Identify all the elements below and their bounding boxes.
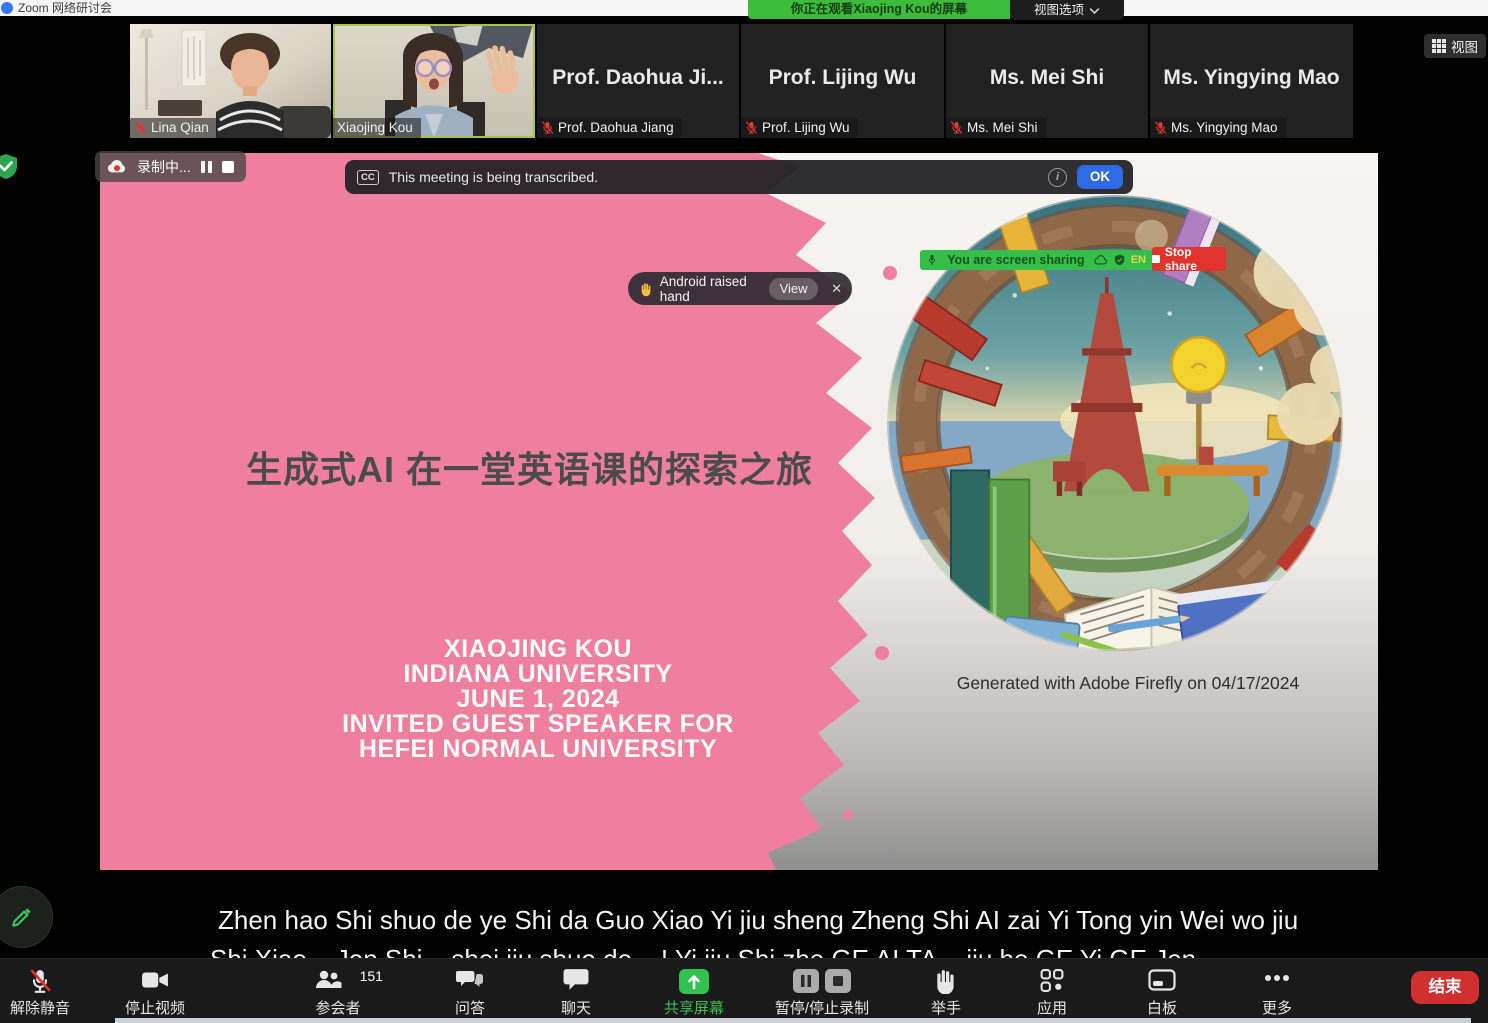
closed-caption-icon: CC [357, 170, 379, 185]
pause-recording-icon[interactable] [201, 161, 212, 173]
video-tile-daohua-jiang[interactable]: Prof. Daohua Ji... Prof. Daohua Jiang [537, 24, 739, 138]
participant-name-label: Prof. Daohua Jiang [537, 118, 682, 138]
participants-count: 151 [360, 968, 383, 984]
stop-square-icon [1152, 255, 1160, 263]
mic-muted-icon [134, 121, 147, 134]
qa-bubbles-icon [456, 968, 484, 992]
transcription-notice-bar: CC This meeting is being transcribed. i … [345, 160, 1133, 194]
video-tile-yingying-mao[interactable]: Ms. Yingying Mao Ms. Yingying Mao [1150, 24, 1353, 138]
grid-view-icon [1432, 39, 1446, 53]
live-caption-line2: Shi Xiao... Jen Shi... shei jiu shuo de.… [210, 944, 1470, 958]
participant-name-label: Ms. Yingying Mao [1150, 118, 1286, 138]
zoom-webinar-window: Zoom 网络研讨会 你正在观看Xiaojing Kou的屏幕 视图选项 [0, 0, 1488, 1023]
firefly-credit-caption: Generated with Adobe Firefly on 04/17/20… [948, 673, 1308, 694]
raised-hand-message: Android raised hand [660, 274, 762, 304]
cloud-recording-icon [107, 159, 127, 174]
background-window-edge [115, 1018, 1471, 1023]
shield-icon [1114, 254, 1125, 266]
mic-muted-icon [27, 968, 53, 994]
mic-muted-icon [541, 121, 554, 134]
gallery-view-label: 视图 [1451, 36, 1478, 56]
stop-video-button[interactable]: 停止视频 [95, 959, 215, 1023]
apps-icon [1040, 968, 1065, 993]
stop-share-button[interactable]: Stop share [1152, 247, 1226, 271]
transcription-ok-button[interactable]: OK [1077, 165, 1123, 189]
speaker-line: JUNE 1, 2024 [338, 687, 738, 712]
speaker-line: INDIANA UNIVERSITY [338, 662, 738, 687]
more-button[interactable]: 更多 [1217, 959, 1337, 1023]
participant-display-name: Ms. Yingying Mao [1150, 66, 1353, 90]
cloud-icon [1094, 255, 1108, 265]
raised-hand-view-button[interactable]: View [769, 278, 818, 300]
view-options-label: 视图选项 [1034, 3, 1084, 17]
chat-bubble-icon [563, 968, 589, 992]
participant-name-label: Prof. Lijing Wu [741, 118, 858, 138]
annotation-pencil-button[interactable] [0, 886, 53, 948]
participant-display-name: Prof. Daohua Ji... [537, 66, 739, 90]
pencil-icon [9, 904, 35, 930]
whiteboard-icon [1148, 968, 1176, 992]
recording-label: 录制中... [137, 157, 191, 177]
participant-name-label: Ms. Mei Shi [946, 118, 1046, 138]
sharing-message: You are screen sharing [944, 253, 1088, 267]
recording-indicator: 录制中... [95, 151, 246, 182]
firefly-illustration [878, 163, 1352, 683]
stop-recording-icon[interactable] [222, 161, 234, 173]
transcription-message: This meeting is being transcribed. [389, 169, 598, 185]
unmute-button[interactable]: 解除静音 [0, 959, 100, 1023]
camera-icon [141, 968, 169, 992]
watching-screen-banner: 你正在观看Xiaojing Kou的屏幕 [748, 0, 1010, 19]
window-titlebar: Zoom 网络研讨会 [0, 0, 1488, 16]
qa-button[interactable]: 问答 [410, 959, 530, 1023]
gallery-view-button[interactable]: 视图 [1424, 34, 1486, 58]
slide-speaker-block: XIAOJING KOU INDIANA UNIVERSITY JUNE 1, … [338, 637, 738, 762]
security-shield-icon[interactable] [0, 153, 19, 180]
zoom-app-icon [1, 2, 13, 14]
info-icon[interactable]: i [1048, 168, 1067, 187]
speaker-line: INVITED GUEST SPEAKER FOR [338, 712, 738, 737]
speaker-line: HEFEI NORMAL UNIVERSITY [338, 737, 738, 762]
participant-display-name: Ms. Mei Shi [946, 66, 1148, 90]
raised-hand-notification: Android raised hand View ✕ [628, 272, 852, 305]
end-meeting-button[interactable]: 结束 [1411, 971, 1479, 1004]
raised-hand-icon [640, 281, 653, 297]
share-screen-button[interactable]: 共享屏幕 [634, 959, 754, 1023]
close-icon[interactable]: ✕ [831, 281, 842, 297]
participant-display-name: Prof. Lijing Wu [741, 66, 944, 90]
screen-sharing-banner: You are screen sharing EN [920, 250, 1152, 270]
participant-name-label: Lina Qian [130, 118, 217, 138]
window-title: Zoom 网络研讨会 [18, 0, 112, 16]
chevron-down-icon [1089, 7, 1100, 15]
mic-muted-icon [1154, 121, 1167, 134]
pause-stop-recording-icons [791, 968, 853, 994]
video-tile-lijing-wu[interactable]: Prof. Lijing Wu Prof. Lijing Wu [741, 24, 944, 138]
view-options-button[interactable]: 视图选项 [1010, 0, 1124, 20]
speaker-line: XIAOJING KOU [338, 637, 738, 662]
mic-muted-icon [745, 121, 758, 134]
language-badge[interactable]: EN [1131, 254, 1146, 266]
mic-muted-icon [950, 121, 963, 134]
video-tile-mei-shi[interactable]: Ms. Mei Shi Ms. Mei Shi [946, 24, 1148, 138]
meeting-toolbar: 解除静音 停止视频 151 参会者 [0, 958, 1488, 1023]
mic-icon [926, 254, 938, 266]
live-caption-line1: Zhen hao Shi shuo de ye Shi da Guo Xiao … [218, 905, 1478, 936]
more-dots-icon [1264, 974, 1290, 982]
slide-title: 生成式AI 在一堂英语课的探索之旅 [246, 441, 886, 493]
chat-button[interactable]: 聊天 [516, 959, 636, 1023]
whiteboard-button[interactable]: 白板 [1102, 959, 1222, 1023]
participant-name-label: Xiaojing Kou [333, 118, 421, 138]
pause-stop-recording-button[interactable]: 暂停/停止录制 [742, 959, 902, 1023]
participants-button[interactable]: 151 参会者 [278, 959, 398, 1023]
video-tile-lina-qian[interactable]: Lina Qian [130, 24, 331, 138]
video-tile-xiaojing-kou[interactable]: Xiaojing Kou [333, 24, 535, 138]
raise-hand-button[interactable]: 举手 [886, 959, 1006, 1023]
share-screen-icon [678, 968, 710, 995]
apps-button[interactable]: 应用 [992, 959, 1112, 1023]
raise-hand-icon [934, 968, 958, 994]
participants-icon [314, 968, 342, 992]
